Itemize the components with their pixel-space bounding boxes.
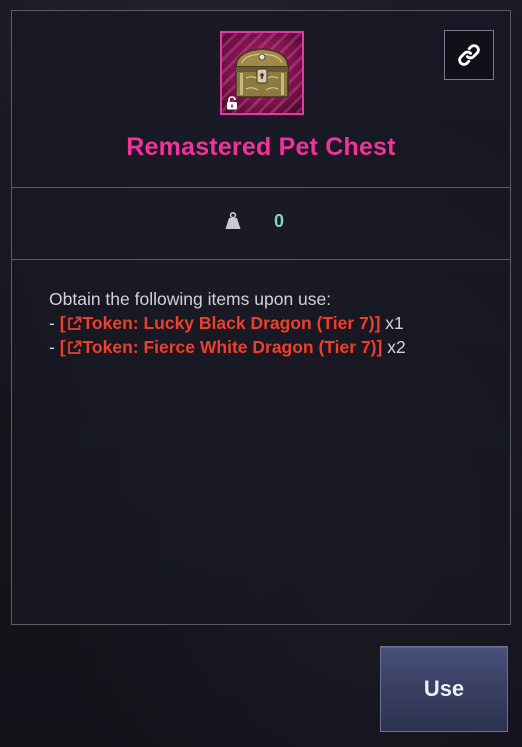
treasure-chest-icon — [220, 31, 304, 115]
reward-line: - [Token: Lucky Black Dragon (Tier 7)] x… — [49, 311, 490, 335]
reward-open-bracket: [ — [59, 313, 66, 333]
weight-value: 0 — [274, 211, 285, 231]
reward-quantity: x1 — [380, 313, 404, 333]
item-name: Remastered Pet Chest — [126, 133, 396, 161]
item-description: Obtain the following items upon use: - [… — [49, 287, 490, 359]
external-link-icon — [67, 316, 81, 330]
reward-open-bracket: [ — [59, 337, 66, 357]
description-intro: Obtain the following items upon use: — [49, 289, 332, 309]
reward-quantity: x2 — [382, 337, 406, 357]
reward-item-name: Token: Fierce White Dragon (Tier 7) — [82, 337, 377, 357]
use-button[interactable]: Use — [380, 646, 508, 732]
item-tooltip-panel: Remastered Pet Chest 0 Obtain the follow… — [11, 10, 511, 625]
item-stats: 0 — [12, 187, 510, 260]
reward-prefix: - — [49, 313, 60, 333]
reward-item-link[interactable]: [Token: Lucky Black Dragon (Tier 7)] — [60, 313, 381, 333]
reward-prefix: - — [49, 337, 60, 357]
reward-item-name: Token: Lucky Black Dragon (Tier 7) — [82, 313, 375, 333]
reward-item-link[interactable]: [Token: Fierce White Dragon (Tier 7)] — [60, 337, 383, 357]
reward-line: - [Token: Fierce White Dragon (Tier 7)] … — [49, 335, 490, 359]
item-header: Remastered Pet Chest — [12, 11, 510, 188]
copy-link-button[interactable] — [444, 30, 494, 80]
external-link-icon — [67, 340, 81, 354]
link-icon — [458, 44, 480, 66]
unlock-icon — [227, 96, 237, 110]
weight-icon — [225, 212, 241, 229]
